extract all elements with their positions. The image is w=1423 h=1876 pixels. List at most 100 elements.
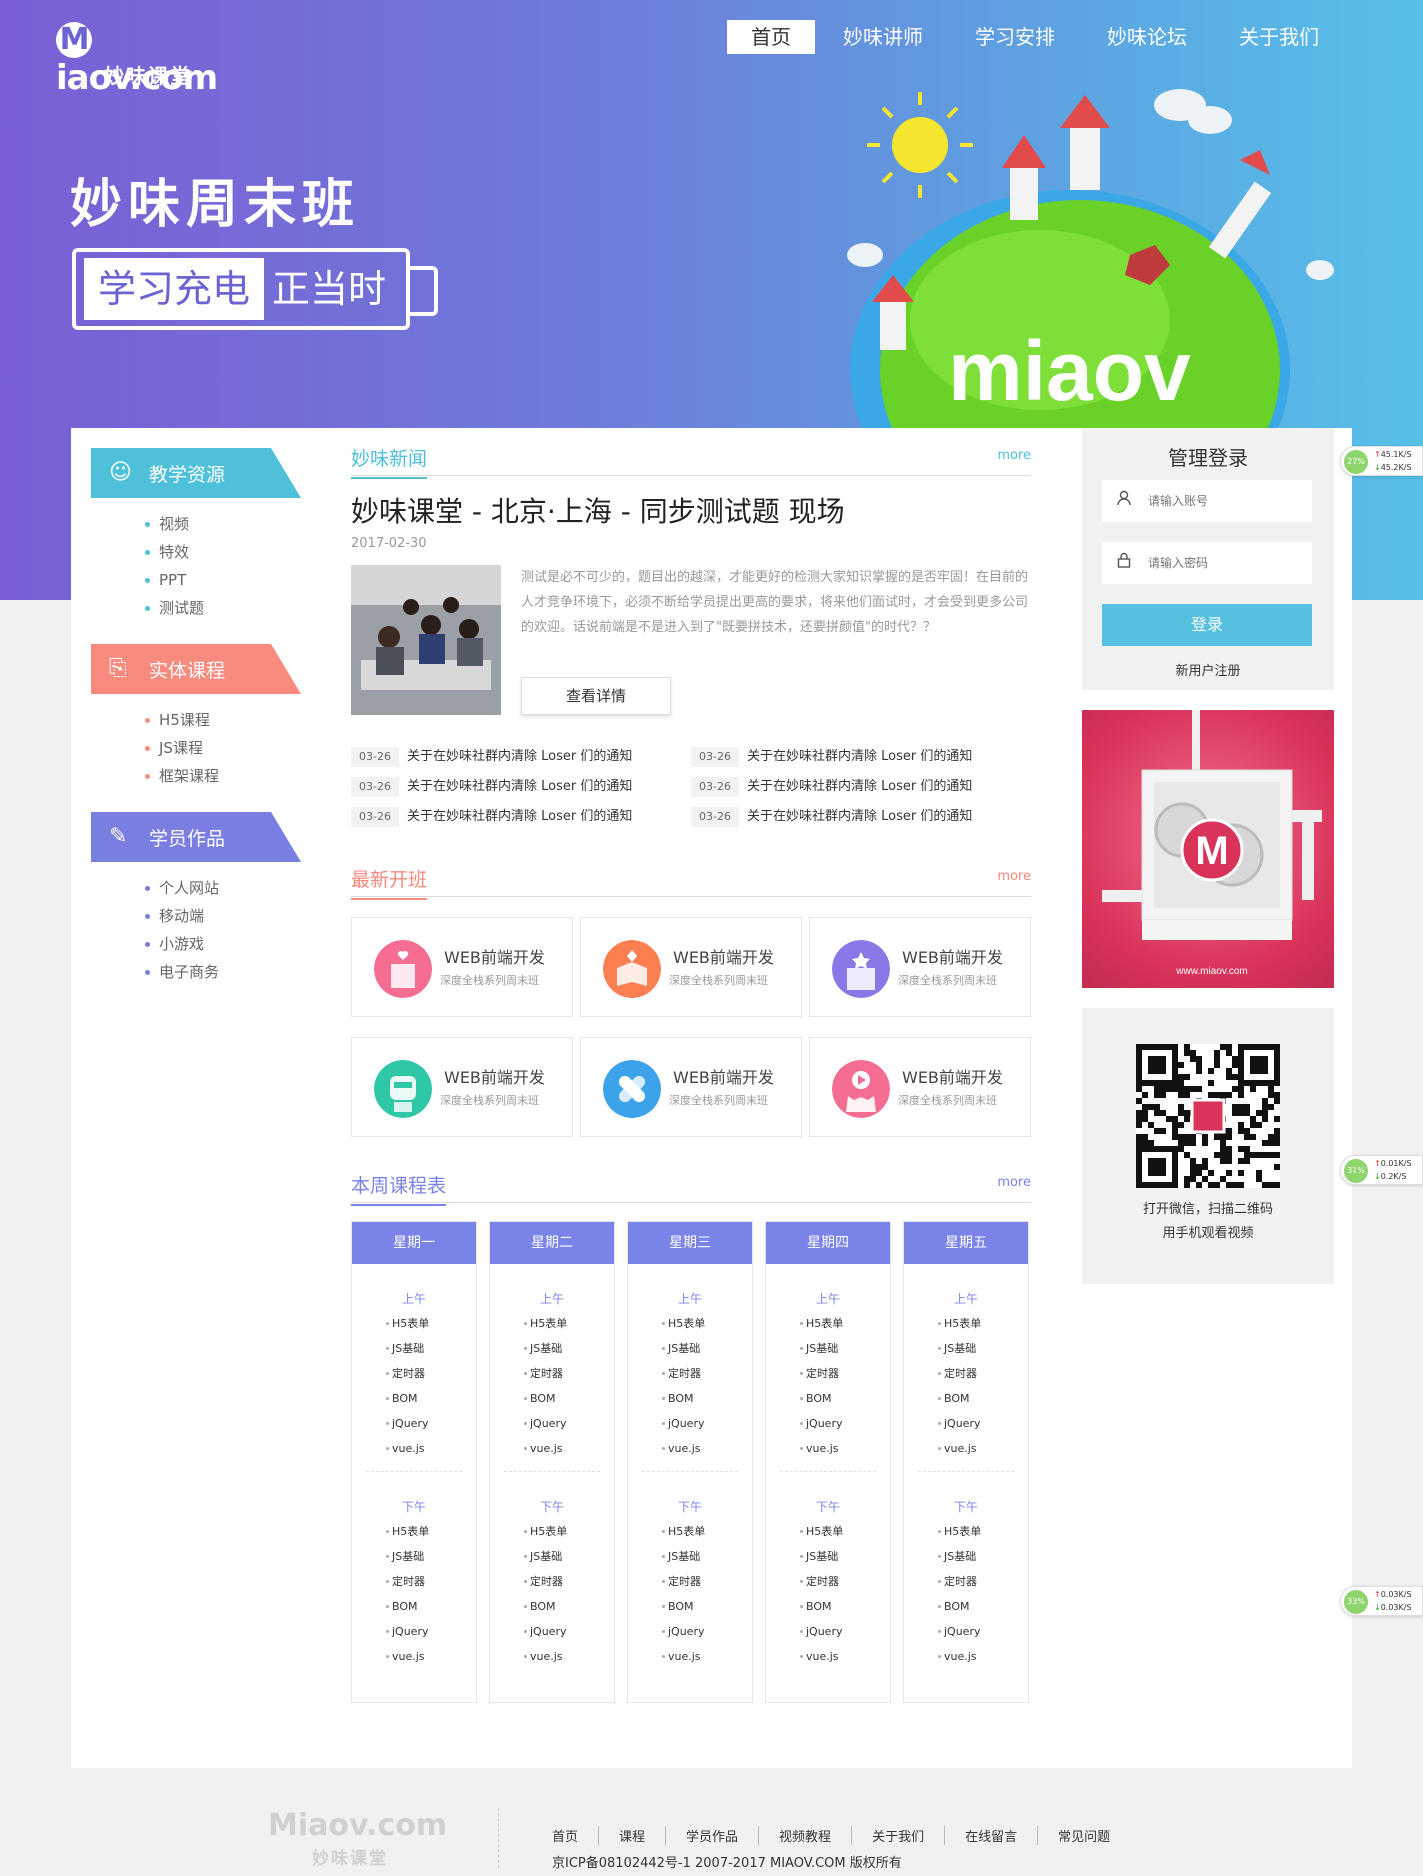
schedule-topic[interactable]: H5表单 xyxy=(386,1519,476,1544)
schedule-topic[interactable]: jQuery xyxy=(524,1411,614,1436)
more-link[interactable]: more xyxy=(997,869,1031,884)
news-thumbnail[interactable] xyxy=(351,565,501,715)
schedule-topic[interactable]: 定时器 xyxy=(938,1569,1028,1594)
list-item[interactable]: 03-26 关于在妙味社群内清除 Loser 们的通知 xyxy=(351,745,632,769)
news-headline[interactable]: 妙味课堂 - 北京·上海 - 同步测试题 现场 xyxy=(351,490,1031,530)
more-link[interactable]: more xyxy=(997,448,1031,463)
list-item[interactable]: 03-26 关于在妙味社群内清除 Loser 们的通知 xyxy=(351,775,632,799)
schedule-topic[interactable]: H5表单 xyxy=(524,1519,614,1544)
schedule-topic[interactable]: JS基础 xyxy=(386,1544,476,1569)
schedule-topic[interactable]: BOM xyxy=(524,1594,614,1619)
schedule-topic[interactable]: H5表单 xyxy=(662,1311,752,1336)
schedule-topic[interactable]: jQuery xyxy=(386,1411,476,1436)
sidebar-item-ecommerce[interactable]: 电子商务 xyxy=(145,958,301,986)
network-speed-widget[interactable]: 27% 45.1K/S 45.2K/S xyxy=(1340,446,1423,476)
day-header[interactable]: 星期一 xyxy=(352,1222,476,1264)
nav-schedule[interactable]: 学习安排 xyxy=(951,20,1079,54)
footer-link-student-works[interactable]: 学员作品 xyxy=(666,1826,760,1845)
sidebar-item-h5-course[interactable]: H5课程 xyxy=(145,706,301,734)
schedule-topic[interactable]: vue.js xyxy=(524,1436,614,1461)
schedule-topic[interactable]: BOM xyxy=(662,1386,752,1411)
class-card[interactable]: WEB前端开发 深度全栈系列周末班 xyxy=(809,917,1031,1017)
class-card[interactable]: WEB前端开发 深度全栈系列周末班 xyxy=(809,1037,1031,1137)
list-item[interactable]: 03-26 关于在妙味社群内清除 Loser 们的通知 xyxy=(691,775,972,799)
day-header[interactable]: 星期四 xyxy=(766,1222,890,1264)
schedule-topic[interactable]: 定时器 xyxy=(662,1569,752,1594)
class-card[interactable]: WEB前端开发 深度全栈系列周末班 xyxy=(351,1037,573,1137)
footer-link-courses[interactable]: 课程 xyxy=(599,1826,667,1845)
more-link[interactable]: more xyxy=(997,1175,1031,1190)
footer-link-video-tutorials[interactable]: 视频教程 xyxy=(759,1826,853,1845)
sidebar-item-personal-site[interactable]: 个人网站 xyxy=(145,874,301,902)
list-item[interactable]: 03-26 关于在妙味社群内清除 Loser 们的通知 xyxy=(691,745,972,769)
list-item[interactable]: 03-26 关于在妙味社群内清除 Loser 们的通知 xyxy=(691,805,972,829)
nav-about[interactable]: 关于我们 xyxy=(1215,20,1343,54)
login-button[interactable]: 登录 xyxy=(1102,604,1312,646)
nav-home[interactable]: 首页 xyxy=(727,20,815,54)
list-item[interactable]: 03-26 关于在妙味社群内清除 Loser 们的通知 xyxy=(351,805,632,829)
day-header[interactable]: 星期二 xyxy=(490,1222,614,1264)
schedule-topic[interactable]: BOM xyxy=(800,1386,890,1411)
footer-link-home[interactable]: 首页 xyxy=(550,1826,600,1845)
footer-link-about[interactable]: 关于我们 xyxy=(852,1826,946,1845)
schedule-topic[interactable]: 定时器 xyxy=(938,1361,1028,1386)
username-field[interactable] xyxy=(1102,480,1312,522)
schedule-topic[interactable]: jQuery xyxy=(938,1619,1028,1644)
sidebar-item-effects[interactable]: 特效 xyxy=(145,538,301,566)
class-card[interactable]: WEB前端开发 深度全栈系列周末班 xyxy=(580,1037,802,1137)
sidebar-item-video[interactable]: 视频 xyxy=(145,510,301,538)
schedule-topic[interactable]: 定时器 xyxy=(386,1569,476,1594)
schedule-topic[interactable]: H5表单 xyxy=(800,1519,890,1544)
schedule-topic[interactable]: jQuery xyxy=(662,1619,752,1644)
schedule-topic[interactable]: vue.js xyxy=(524,1644,614,1669)
schedule-topic[interactable]: vue.js xyxy=(662,1436,752,1461)
day-header[interactable]: 星期三 xyxy=(628,1222,752,1264)
category-student-works[interactable]: ✎ 学员作品 xyxy=(91,812,301,862)
schedule-topic[interactable]: jQuery xyxy=(800,1619,890,1644)
sidebar-item-tests[interactable]: 测试题 xyxy=(145,594,301,622)
schedule-topic[interactable]: vue.js xyxy=(800,1644,890,1669)
day-header[interactable]: 星期五 xyxy=(904,1222,1028,1264)
schedule-topic[interactable]: jQuery xyxy=(662,1411,752,1436)
username-input[interactable] xyxy=(1146,490,1296,512)
schedule-topic[interactable]: H5表单 xyxy=(662,1519,752,1544)
schedule-topic[interactable]: vue.js xyxy=(386,1644,476,1669)
footer-link-faq[interactable]: 常见问题 xyxy=(1038,1826,1130,1845)
category-offline-courses[interactable]: ⎘ 实体课程 xyxy=(91,644,301,694)
schedule-topic[interactable]: jQuery xyxy=(524,1619,614,1644)
schedule-topic[interactable]: 定时器 xyxy=(524,1361,614,1386)
schedule-topic[interactable]: JS基础 xyxy=(662,1544,752,1569)
class-card[interactable]: WEB前端开发 深度全栈系列周末班 xyxy=(351,917,573,1017)
sidebar-item-mini-games[interactable]: 小游戏 xyxy=(145,930,301,958)
schedule-topic[interactable]: JS基础 xyxy=(386,1336,476,1361)
password-input[interactable] xyxy=(1146,552,1296,574)
category-teaching-resources[interactable]: ☺ 教学资源 xyxy=(91,448,301,498)
schedule-topic[interactable]: 定时器 xyxy=(524,1569,614,1594)
schedule-topic[interactable]: BOM xyxy=(938,1386,1028,1411)
schedule-topic[interactable]: BOM xyxy=(938,1594,1028,1619)
view-details-button[interactable]: 查看详情 xyxy=(521,677,671,715)
schedule-topic[interactable]: BOM xyxy=(662,1594,752,1619)
footer-link-message[interactable]: 在线留言 xyxy=(945,1826,1039,1845)
schedule-topic[interactable]: BOM xyxy=(800,1594,890,1619)
schedule-topic[interactable]: H5表单 xyxy=(524,1311,614,1336)
sidebar-item-js-course[interactable]: JS课程 xyxy=(145,734,301,762)
schedule-topic[interactable]: 定时器 xyxy=(800,1361,890,1386)
schedule-topic[interactable]: H5表单 xyxy=(800,1311,890,1336)
schedule-topic[interactable]: JS基础 xyxy=(800,1544,890,1569)
schedule-topic[interactable]: H5表单 xyxy=(938,1519,1028,1544)
schedule-topic[interactable]: vue.js xyxy=(386,1436,476,1461)
schedule-topic[interactable]: BOM xyxy=(524,1386,614,1411)
schedule-topic[interactable]: JS基础 xyxy=(662,1336,752,1361)
schedule-topic[interactable]: JS基础 xyxy=(524,1544,614,1569)
schedule-topic[interactable]: H5表单 xyxy=(938,1311,1028,1336)
sidebar-item-framework-course[interactable]: 框架课程 xyxy=(145,762,301,790)
logo[interactable]: Miaov.com 妙味课堂 xyxy=(56,18,246,98)
footer-logo[interactable]: Miaov.com 妙味课堂 xyxy=(268,1808,468,1869)
schedule-topic[interactable]: jQuery xyxy=(938,1411,1028,1436)
schedule-topic[interactable]: BOM xyxy=(386,1386,476,1411)
schedule-topic[interactable]: 定时器 xyxy=(662,1361,752,1386)
network-speed-widget[interactable]: 33% 0.03K/S 0.03K/S xyxy=(1340,1586,1423,1616)
schedule-topic[interactable]: JS基础 xyxy=(938,1544,1028,1569)
schedule-topic[interactable]: jQuery xyxy=(800,1411,890,1436)
